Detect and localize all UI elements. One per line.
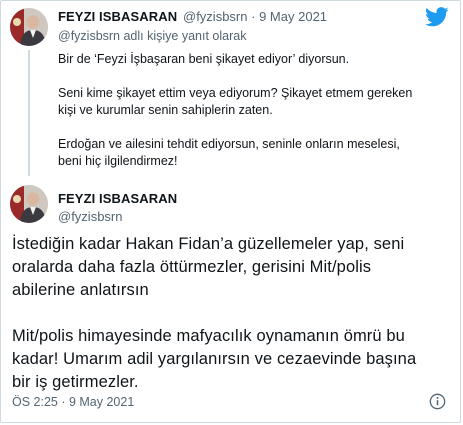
- text-line: İstediğin kadar Hakan Fidan’a güzellemel…: [12, 235, 405, 253]
- text-line: [12, 302, 416, 325]
- user-handle[interactable]: @fyzisbsrn: [183, 9, 248, 24]
- avatar-photo: [10, 185, 48, 223]
- tweet-date[interactable]: 9 May 2021: [259, 9, 327, 24]
- text-line: beni hiç ilgilendirmez!: [58, 154, 178, 168]
- twitter-bird-icon[interactable]: [425, 7, 449, 27]
- separator-dot: ·: [251, 9, 256, 24]
- thread-connector: [28, 50, 30, 176]
- text-line: Erdoğan ve ailesini tehdit ediyorsun, se…: [58, 137, 400, 151]
- text-line: Seni kime şikayet ettim veya ediyorum? Ş…: [58, 86, 413, 100]
- info-icon[interactable]: [429, 393, 446, 410]
- reply-tweet-text: Bir de ‘Feyzi İşbaşaran beni şikayet edi…: [58, 51, 412, 170]
- handle-and-date: @fyzisbsrn · 9 May 2021: [183, 9, 327, 24]
- tweet-timestamp[interactable]: ÖS 2:25 · 9 May 2021: [12, 395, 134, 409]
- display-name[interactable]: FEYZI ISBASARAN: [58, 191, 177, 206]
- replying-to[interactable]: @fyzisbsrn adlı kişiye yanıt olarak: [58, 29, 246, 43]
- avatar[interactable]: [10, 8, 48, 46]
- text-line: abilerine anlatırsın: [12, 281, 149, 299]
- text-line: bir iş getirmezler.: [12, 373, 139, 391]
- avatar-photo: [10, 8, 48, 46]
- text-line: Mit/polis himayesinde mafyacılık oynaman…: [12, 327, 405, 345]
- text-line: oralarda daha fazla öttürmezler, gerisin…: [12, 258, 372, 276]
- text-line: kadar! Umarım adil yargılanırsın ve ceza…: [12, 350, 417, 368]
- avatar[interactable]: [10, 185, 48, 223]
- display-name[interactable]: FEYZI ISBASARAN: [58, 9, 177, 24]
- main-tweet-text: İstediğin kadar Hakan Fidan’a güzellemel…: [12, 233, 416, 394]
- text-line: Bir de ‘Feyzi İşbaşaran beni şikayet edi…: [58, 52, 350, 66]
- text-line: kişi ve kurumlar senin sahiplerin zaten.: [58, 103, 273, 117]
- user-handle[interactable]: @fyzisbsrn: [58, 209, 123, 224]
